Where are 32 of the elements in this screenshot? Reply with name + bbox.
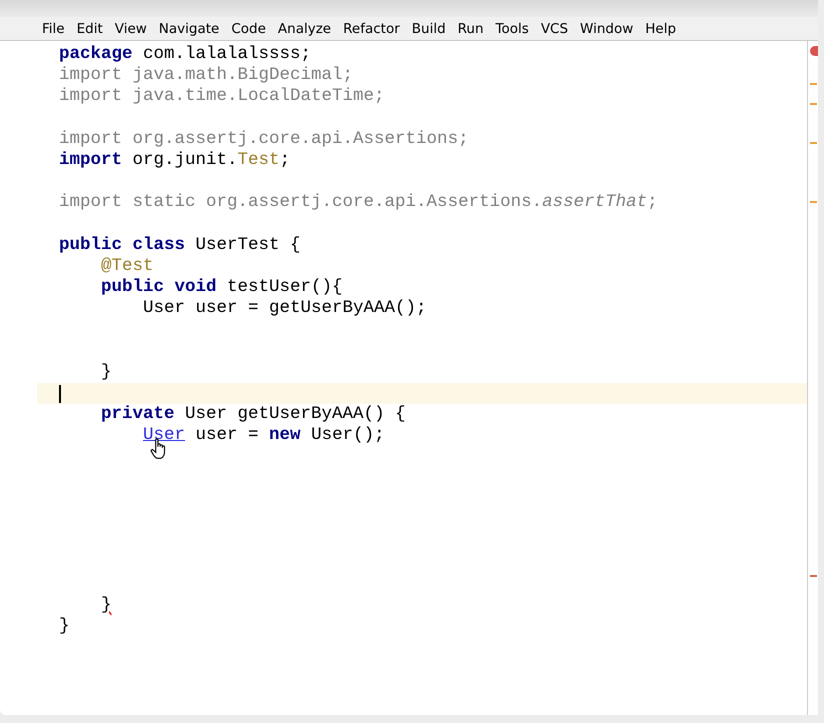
code-line: import java.time.LocalDateTime; — [59, 86, 385, 106]
menu-item[interactable]: Analyze — [272, 20, 338, 36]
menu-item[interactable]: Run — [452, 20, 490, 36]
menu-item[interactable]: Tools — [490, 20, 535, 36]
code-line: public class UserTest { — [59, 234, 301, 255]
code-line: import static org.assertj.core.api.Assertions.assertThat; — [59, 192, 658, 212]
menu-item[interactable]: File — [36, 20, 71, 36]
menu-item[interactable]: Navigate — [152, 20, 226, 36]
menu-item[interactable]: Build — [406, 20, 452, 36]
hand-cursor-icon — [150, 438, 168, 460]
menu-item[interactable]: Edit — [70, 20, 109, 36]
code-line: User user = new User(); — [142, 425, 385, 446]
code-line: package com.lalalalssss; — [59, 44, 312, 64]
menu-item[interactable]: Refactor — [337, 20, 406, 36]
code-line: @Test — [100, 256, 154, 276]
menu-item[interactable]: Help — [639, 20, 682, 36]
menu-item[interactable]: Window — [574, 20, 640, 36]
menu-item[interactable]: View — [108, 20, 153, 36]
code-line: private User getUserByAAA() { — [100, 404, 406, 424]
code-line: } — [100, 594, 112, 615]
code-line: import org.assertj.core.api.Assertions; — [59, 128, 469, 149]
code-line: } — [59, 616, 70, 636]
code-line: User user = getUserByAAA(); — [142, 298, 427, 318]
error-indicator-icon — [810, 46, 818, 56]
menu-item[interactable]: VCS — [534, 20, 574, 36]
menu-item[interactable]: Code — [225, 20, 272, 36]
code-line: public void testUser(){ — [100, 277, 343, 298]
text-caret — [59, 384, 61, 403]
code-line: } — [100, 362, 112, 382]
code-line: import org.junit.Test; — [59, 150, 290, 170]
code-line: import java.math.BigDecimal; — [59, 65, 354, 86]
type-link[interactable]: User — [143, 425, 186, 446]
